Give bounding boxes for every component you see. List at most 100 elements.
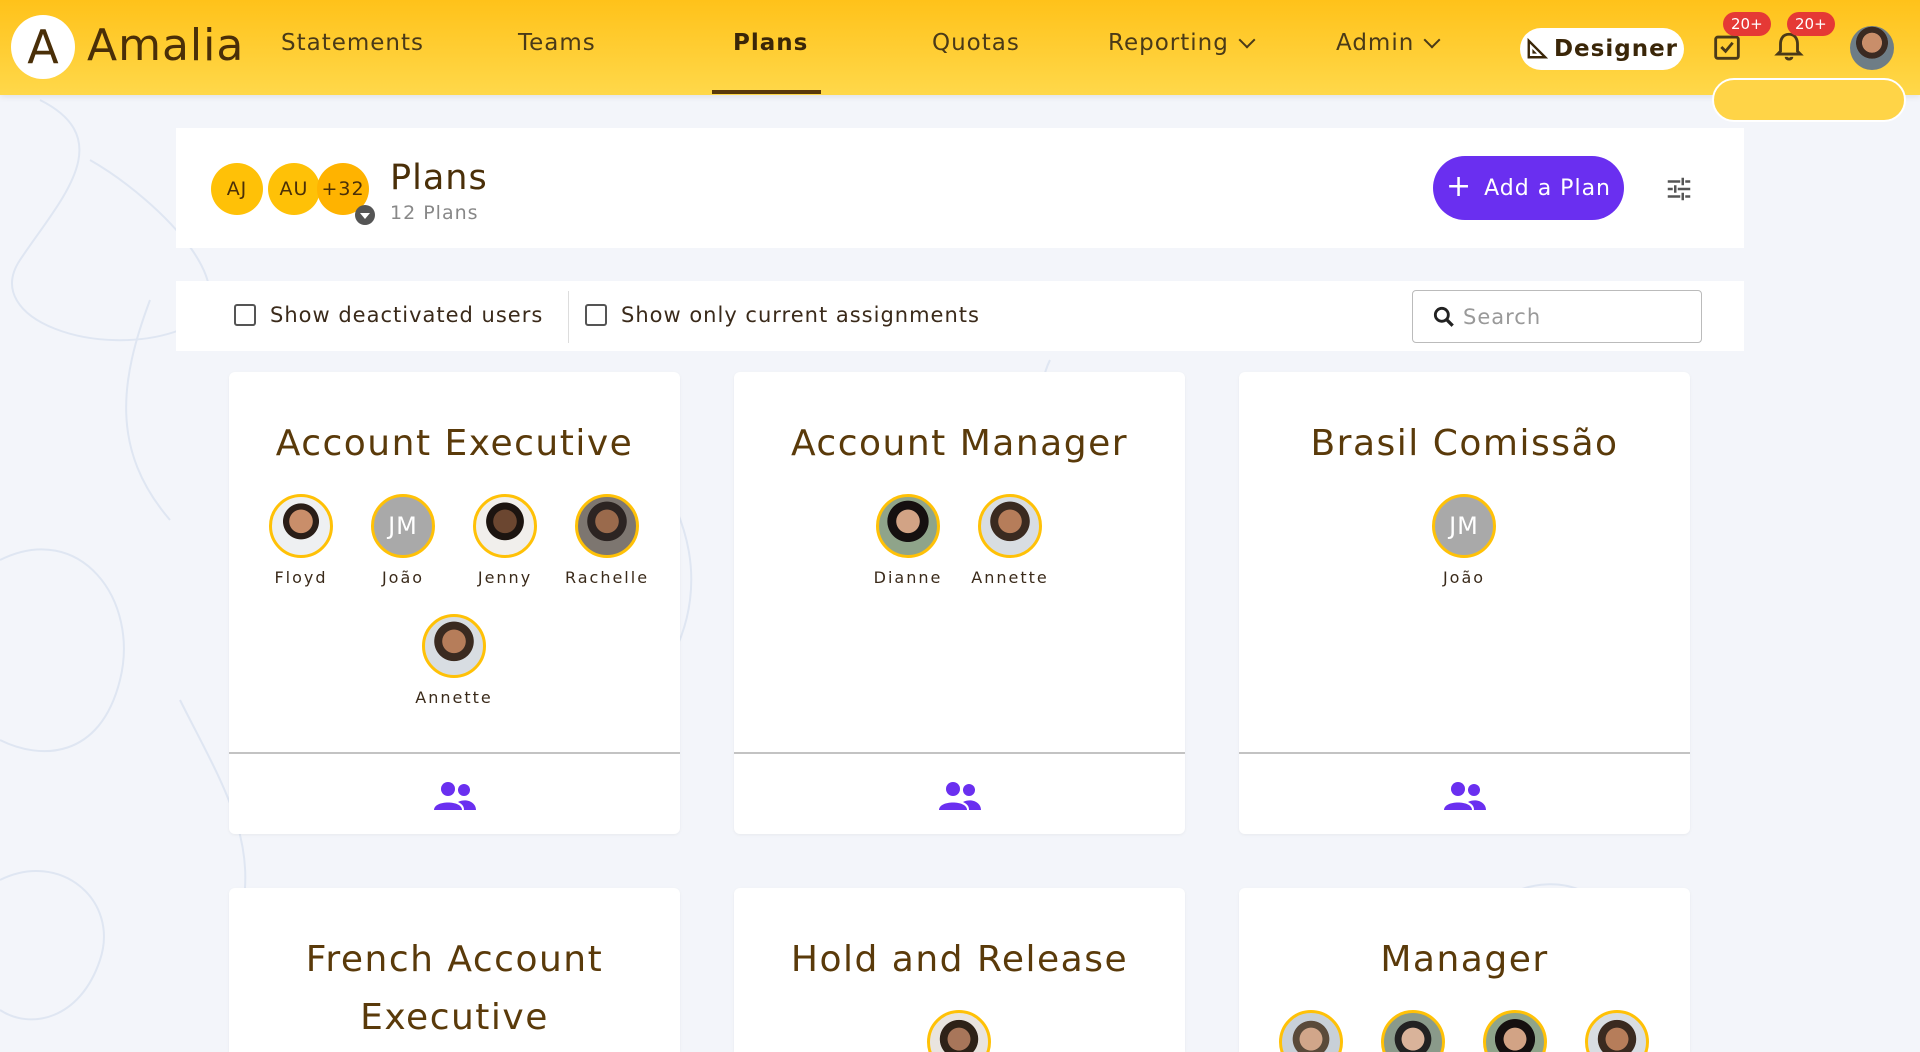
member-name: Jenny	[477, 568, 533, 587]
nav-plans[interactable]: Plans	[733, 30, 808, 56]
member-joao[interactable]: JM João	[1419, 494, 1509, 587]
member-avatar[interactable]	[914, 1010, 1004, 1052]
member-avatar[interactable]	[1470, 1010, 1560, 1052]
plan-card-title-line-1: French Account	[305, 939, 604, 980]
plan-card-title-line-2: Executive	[360, 997, 549, 1038]
nav-teams[interactable]: Teams	[518, 30, 596, 56]
logo-letter: A	[27, 20, 59, 74]
app-logo[interactable]: A	[11, 15, 75, 79]
plan-card-title: Manager	[1380, 939, 1549, 980]
show-deactivated-label: Show deactivated users	[270, 303, 544, 327]
show-current-label: Show only current assignments	[621, 303, 980, 327]
plan-card-title: Account Manager	[790, 423, 1129, 464]
app-name[interactable]: Amalia	[87, 20, 244, 71]
member-avatar[interactable]	[1266, 1010, 1356, 1052]
plan-card-title: Brasil Comissão	[1310, 423, 1619, 464]
card-divider	[734, 752, 1185, 754]
member-name: João	[1442, 568, 1486, 587]
page-title: Plans	[390, 158, 488, 198]
avatar	[1279, 1010, 1343, 1052]
nav-reporting-label: Reporting	[1108, 30, 1229, 56]
member-name: João	[381, 568, 425, 587]
member-annette[interactable]: Annette	[965, 494, 1055, 587]
top-navigation-bar: A Amalia Statements Teams Plans Quotas R…	[0, 0, 1920, 95]
member-jenny[interactable]: Jenny	[460, 494, 550, 587]
plans-count: 12 Plans	[390, 202, 479, 224]
search-input[interactable]	[1463, 304, 1693, 329]
add-plan-label: Add a Plan	[1484, 175, 1611, 201]
member-name: Annette	[415, 688, 493, 707]
nav-statements-label: Statements	[281, 30, 425, 56]
card-divider	[1239, 752, 1690, 754]
nav-reporting[interactable]: Reporting	[1108, 30, 1256, 56]
set-square-icon	[1527, 38, 1548, 59]
nav-statements[interactable]: Statements	[281, 30, 424, 56]
designer-label: Designer	[1553, 36, 1679, 62]
avatar: JM	[1432, 494, 1496, 558]
plan-card-brasil-comissao[interactable]: Brasil Comissão JM João	[1239, 372, 1690, 834]
member-name: Dianne	[873, 568, 943, 587]
member-floyd[interactable]: Floyd	[256, 494, 346, 587]
notification-pill[interactable]	[1712, 78, 1906, 122]
avatar	[1585, 1010, 1649, 1052]
filter-settings-icon[interactable]	[1664, 174, 1694, 204]
show-deactivated-toggle[interactable]: Show deactivated users	[234, 303, 543, 327]
user-avatar[interactable]	[1850, 26, 1894, 70]
team-icon[interactable]	[1442, 780, 1488, 814]
member-rachelle[interactable]: Rachelle	[562, 494, 652, 587]
member-name: Rachelle	[564, 568, 650, 587]
nav-quotas[interactable]: Quotas	[932, 30, 1020, 56]
filter-bar: Show deactivated users Show only current…	[176, 281, 1744, 351]
show-deactivated-checkbox[interactable]	[234, 304, 256, 326]
plan-card-hold-and-release[interactable]: Hold and Release	[734, 888, 1185, 1052]
member-annette[interactable]: Annette	[409, 614, 499, 707]
show-current-checkbox[interactable]	[585, 304, 607, 326]
avatar[interactable]: AU	[268, 163, 320, 215]
plan-card-title: Hold and Release	[790, 939, 1129, 980]
card-divider	[229, 752, 680, 754]
member-name: Annette	[971, 568, 1049, 587]
avatar: JM	[371, 494, 435, 558]
add-plan-button[interactable]: + Add a Plan	[1433, 156, 1624, 220]
search-field[interactable]	[1412, 290, 1702, 343]
plan-card-account-manager[interactable]: Account Manager Dianne Annette	[734, 372, 1185, 834]
avatar	[473, 494, 537, 558]
plan-card-french-account-executive[interactable]: French Account Executive	[229, 888, 680, 1052]
active-tab-indicator	[712, 90, 821, 94]
avatar	[1483, 1010, 1547, 1052]
member-avatar[interactable]	[1368, 1010, 1458, 1052]
member-avatar[interactable]	[1572, 1010, 1662, 1052]
member-dianne[interactable]: Dianne	[863, 494, 953, 587]
nav-admin[interactable]: Admin	[1336, 30, 1441, 56]
member-joao[interactable]: JM João	[358, 494, 448, 587]
expand-avatars-icon[interactable]	[355, 205, 375, 225]
avatar	[1381, 1010, 1445, 1052]
show-current-toggle[interactable]: Show only current assignments	[585, 303, 980, 327]
avatar	[269, 494, 333, 558]
nav-quotas-label: Quotas	[932, 30, 1020, 56]
nav-admin-label: Admin	[1336, 30, 1415, 56]
avatar	[422, 614, 486, 678]
plus-icon: +	[1445, 168, 1473, 204]
chevron-down-icon	[1423, 31, 1441, 49]
member-name: Floyd	[274, 568, 328, 587]
nav-teams-label: Teams	[518, 30, 596, 56]
avatar	[978, 494, 1042, 558]
avatar	[876, 494, 940, 558]
todo-badge: 20+	[1723, 12, 1771, 36]
avatar	[575, 494, 639, 558]
designer-button[interactable]: Designer	[1520, 28, 1684, 70]
search-icon	[1433, 306, 1454, 327]
team-icon[interactable]	[432, 780, 478, 814]
plan-card-manager[interactable]: Manager	[1239, 888, 1690, 1052]
nav-plans-label: Plans	[733, 30, 809, 56]
notifications-badge: 20+	[1787, 12, 1835, 36]
plan-card-title: Account Executive	[275, 423, 634, 464]
avatar	[927, 1010, 991, 1052]
page-header: AJ AU +32 Plans 12 Plans + Add a Plan	[176, 128, 1744, 248]
chevron-down-icon	[1238, 31, 1256, 49]
plan-card-account-executive[interactable]: Account Executive Floyd JM João Jenny Ra…	[229, 372, 680, 834]
filter-divider	[568, 291, 569, 343]
team-icon[interactable]	[937, 780, 983, 814]
avatar[interactable]: AJ	[211, 163, 263, 215]
